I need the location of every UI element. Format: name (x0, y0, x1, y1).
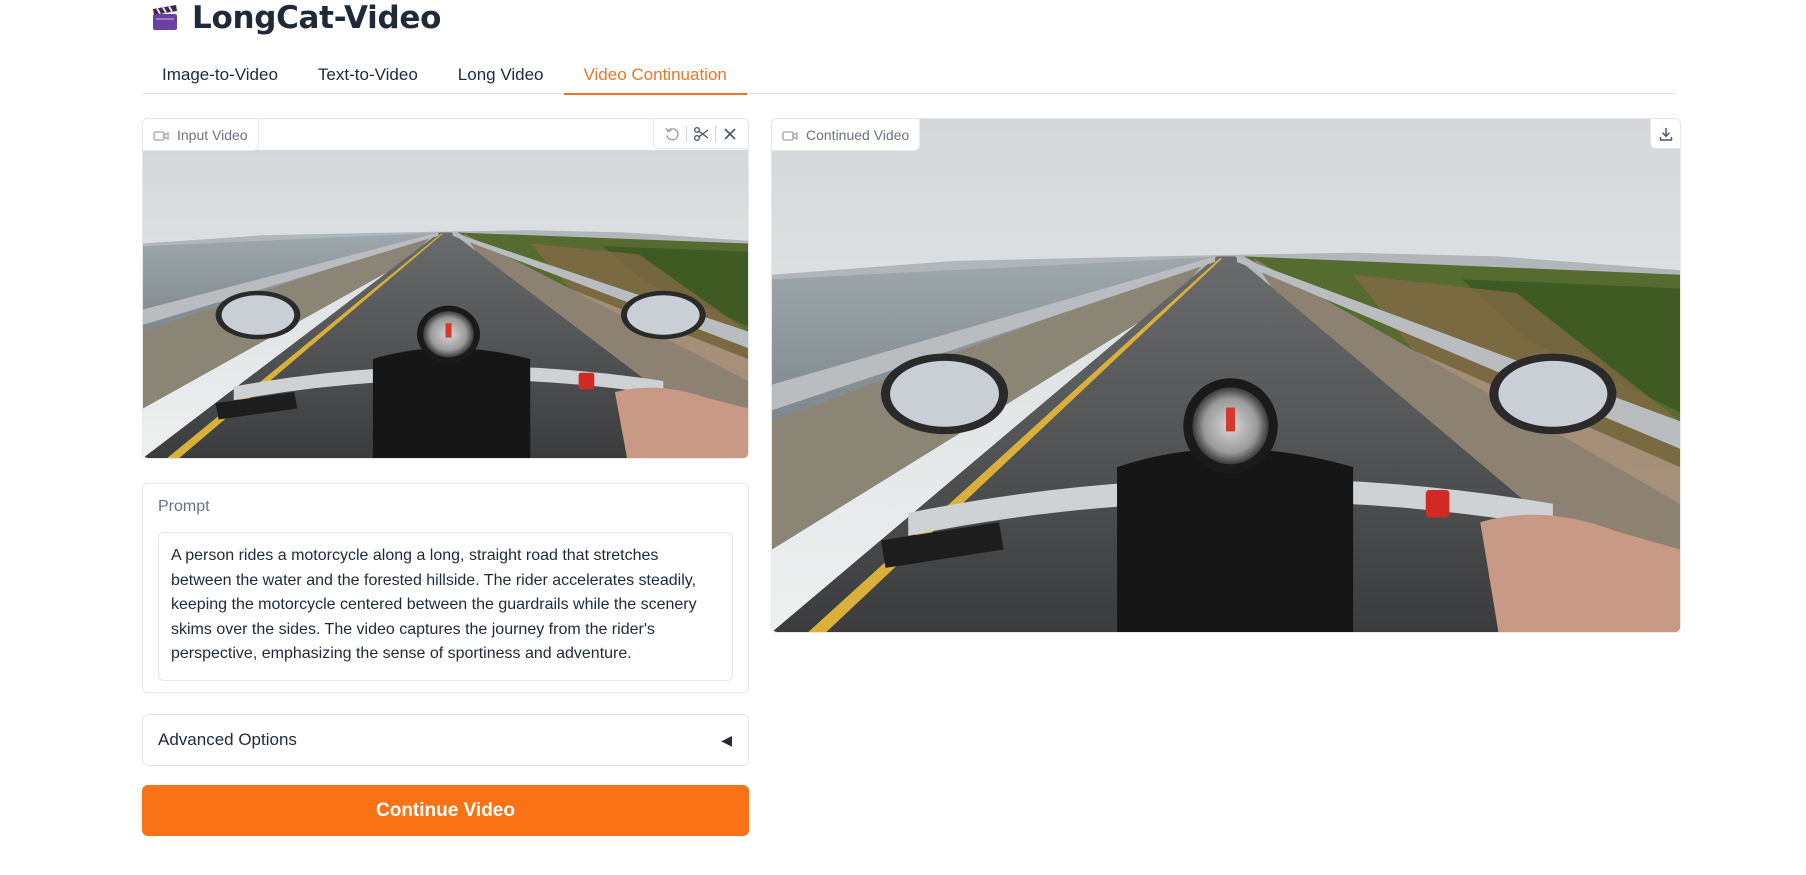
undo-icon[interactable] (658, 120, 686, 148)
tab-bar: Image-to-Video Text-to-Video Long Video … (142, 56, 1676, 95)
continued-video-label-text: Continued Video (806, 126, 910, 143)
page-title: LongCat-Video (192, 0, 442, 36)
advanced-options-accordion[interactable]: Advanced Options ◀ (142, 714, 749, 766)
continued-video-frame (772, 119, 1680, 632)
input-video-label-text: Input Video (177, 126, 248, 143)
tab-long-video[interactable]: Long Video (438, 56, 564, 94)
video-camera-icon (782, 129, 798, 141)
prompt-label: Prompt (158, 498, 210, 515)
caret-left-icon: ◀ (721, 731, 732, 748)
tab-text-to-video[interactable]: Text-to-Video (298, 56, 438, 94)
prompt-block: Prompt A person rides a motorcycle along… (142, 483, 749, 693)
prompt-textarea[interactable]: A person rides a motorcycle along a long… (158, 532, 733, 681)
input-video-toolbar (653, 119, 748, 149)
continue-video-button[interactable]: Continue Video (142, 785, 749, 836)
input-video-panel: Input Video (142, 118, 749, 459)
video-camera-icon (153, 129, 169, 141)
close-icon[interactable] (716, 120, 744, 148)
tab-image-to-video[interactable]: Image-to-Video (142, 56, 298, 94)
clapperboard-icon (150, 3, 180, 33)
continued-video-label: Continued Video (772, 119, 921, 151)
continued-video-player[interactable] (772, 119, 1680, 632)
continued-video-panel: Continued Video (771, 118, 1681, 633)
header: LongCat-Video (150, 0, 441, 38)
scissors-icon[interactable] (687, 120, 715, 148)
input-video-frame (143, 150, 748, 458)
input-video-label: Input Video (143, 119, 259, 151)
tab-video-continuation[interactable]: Video Continuation (563, 56, 748, 95)
advanced-options-label: Advanced Options (158, 730, 297, 749)
input-video-player[interactable] (143, 150, 748, 458)
download-icon[interactable] (1650, 119, 1680, 149)
